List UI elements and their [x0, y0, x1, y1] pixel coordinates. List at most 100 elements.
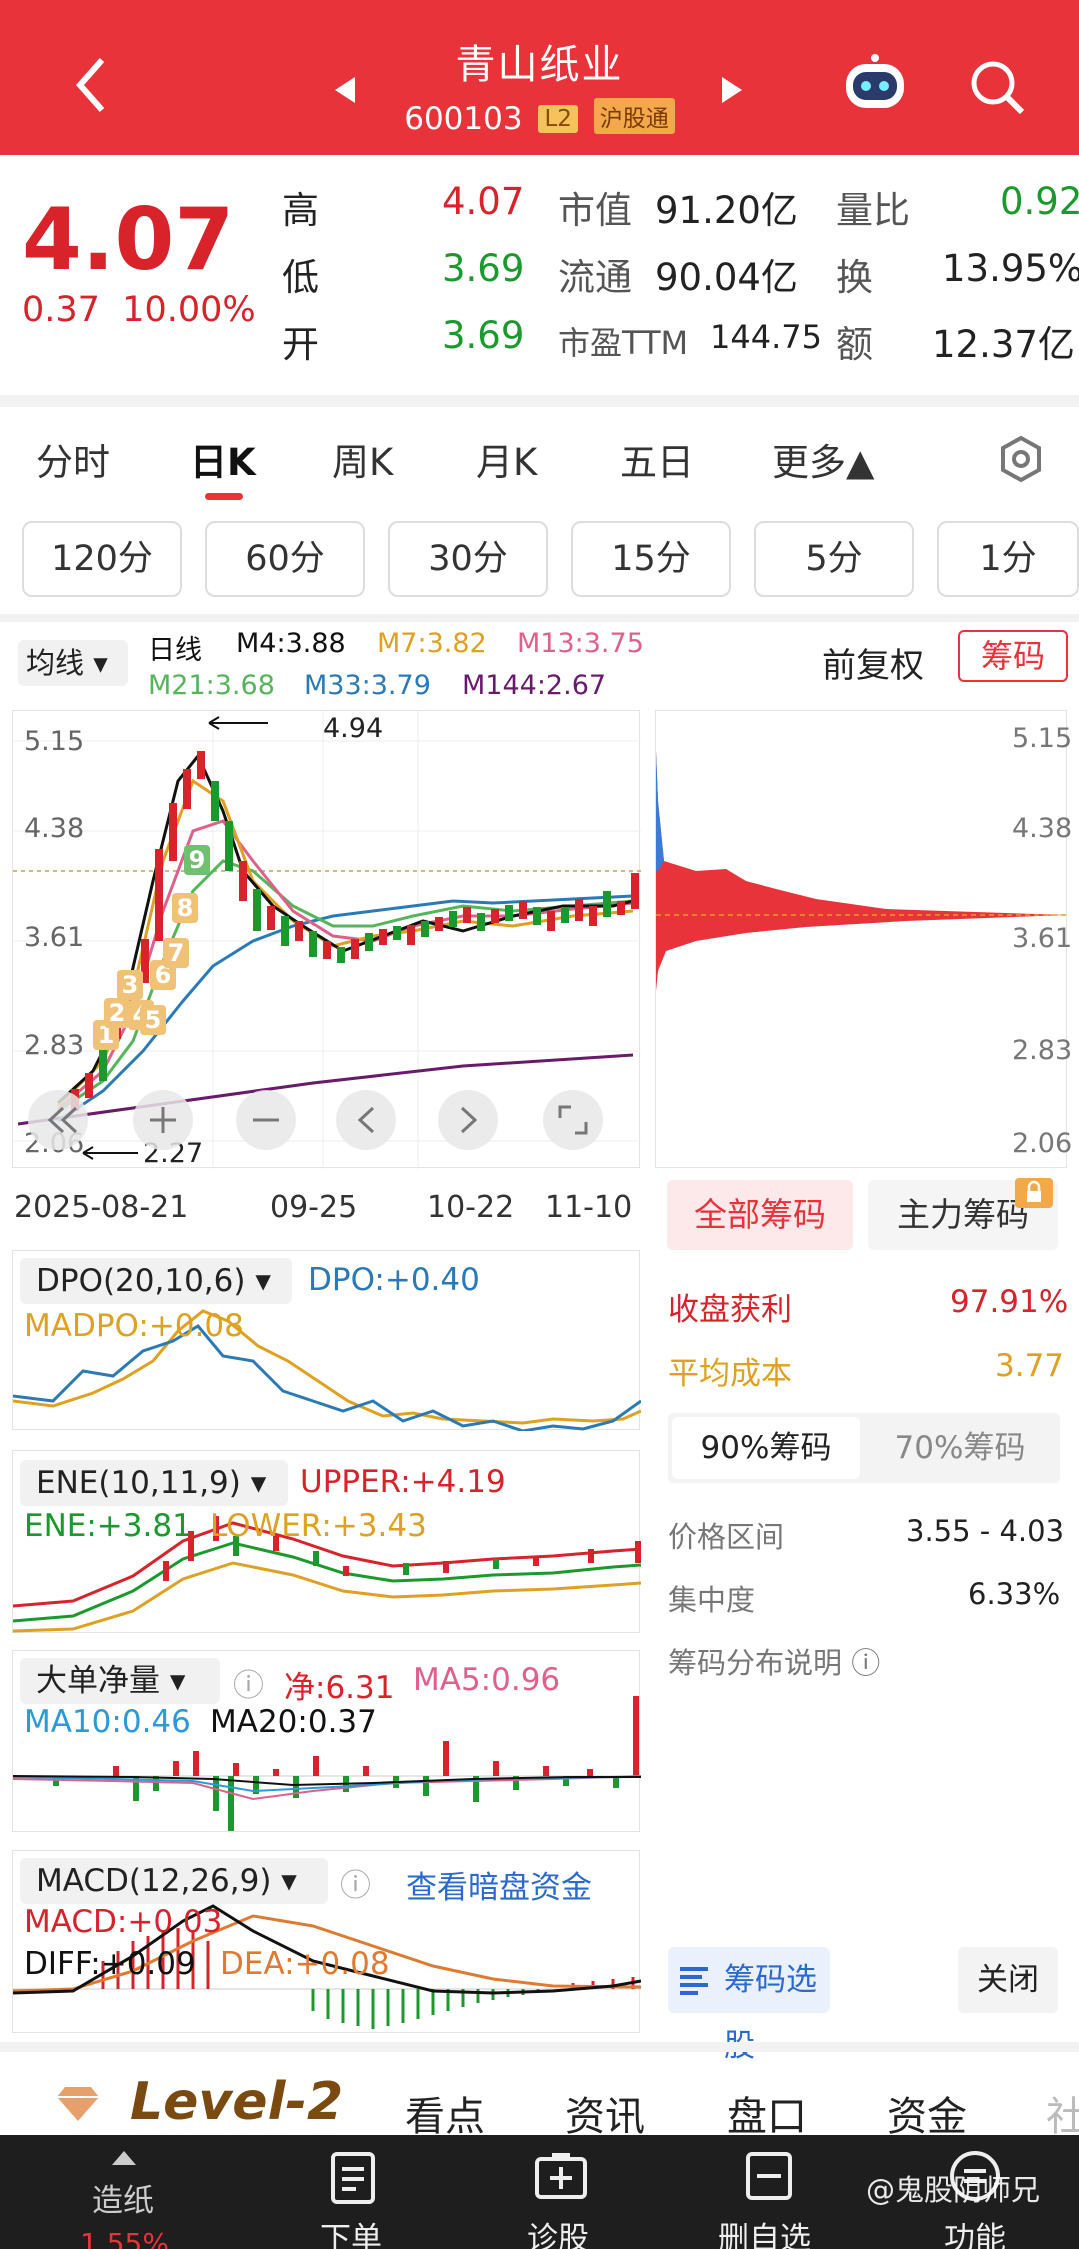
tab-monthly-k[interactable]: 月K [476, 432, 537, 486]
flow-ma20-value: MA20:0.37 [210, 1704, 377, 1740]
next-stock-icon[interactable] [720, 75, 744, 105]
scroll-left-button[interactable] [336, 1090, 398, 1152]
diagnose-icon [535, 2153, 587, 2199]
chart-controls [28, 1090, 603, 1150]
ma-m33: M33:3.79 [304, 670, 431, 701]
zoom-in-button[interactable] [133, 1090, 195, 1152]
chart-tabs: 分时 日K 周K 月K 五日 更多▲ [0, 410, 1079, 500]
subtab-funds[interactable]: 资金 [887, 2084, 967, 2142]
scroll-right-button[interactable] [438, 1090, 500, 1152]
dist-y-tick: 2.06 [1012, 1128, 1073, 1159]
concentration-value: 6.33% [968, 1577, 1061, 1611]
scroll-left-fast-button[interactable] [28, 1090, 90, 1152]
remove-watchlist-button[interactable]: 删自选 [718, 2213, 811, 2249]
search-icon[interactable] [968, 58, 1028, 118]
watermark: @鬼股阴师兄 [866, 2173, 1041, 2207]
subtab-news[interactable]: 资讯 [565, 2084, 645, 2142]
level2-brand[interactable]: Level-2 [130, 2072, 343, 2132]
help-icon[interactable]: ⓘ [233, 1660, 264, 1705]
flow-indicator-selector[interactable]: 大单净量 ▾ [20, 1658, 220, 1704]
y-tick: 3.61 [24, 922, 85, 953]
hk-connect-badge: 沪股通 [593, 98, 675, 134]
tab-five-day[interactable]: 五日 [620, 432, 694, 486]
period-1m-button[interactable]: 1分 [937, 521, 1079, 597]
industry-change: 1.55% [80, 2227, 169, 2249]
diamond-icon [57, 2087, 99, 2121]
marker: 3 [117, 970, 143, 1000]
mcap-value: 91.20亿 [655, 189, 798, 232]
dark-pool-link[interactable]: 查看暗盘资金 [406, 1862, 592, 1907]
divider [0, 614, 1079, 622]
select-90-percent[interactable]: 90%筹码 [672, 1417, 860, 1479]
ene-upper-value: UPPER:+4.19 [300, 1464, 506, 1500]
zoom-out-button[interactable] [236, 1090, 298, 1152]
active-tab-underline [205, 493, 243, 500]
dist-y-tick: 2.83 [1012, 1035, 1073, 1066]
macd-indicator-selector[interactable]: MACD(12,26,9) ▾ [20, 1858, 328, 1904]
close-chip-panel-button[interactable]: 关闭 [958, 1947, 1058, 2013]
tab-daily-k[interactable]: 日K [190, 432, 256, 486]
fullscreen-button[interactable] [543, 1090, 605, 1152]
stock-code: 600103 [404, 101, 523, 137]
tab-weekly-k[interactable]: 周K [332, 432, 393, 486]
select-70-percent[interactable]: 70%筹码 [866, 1417, 1054, 1479]
marker: 8 [172, 893, 198, 923]
ene-indicator-selector[interactable]: ENE(10,11,9) ▾ [20, 1460, 288, 1506]
low-value: 3.69 [442, 247, 525, 290]
price-range-label: 价格区间 [668, 1520, 785, 1554]
pe-value: 144.75 [710, 318, 822, 356]
stock-name: 青山纸业 [455, 42, 624, 88]
function-menu-button[interactable]: 功能 [944, 2213, 1006, 2249]
tab-intraday[interactable]: 分时 [36, 432, 110, 486]
amount-value: 12.37亿 [932, 323, 1075, 366]
float-value: 90.04亿 [655, 256, 798, 299]
volume-ratio-value: 0.92 [1000, 180, 1079, 223]
marker: 7 [163, 938, 189, 968]
settings-icon[interactable] [996, 434, 1046, 484]
period-30m-button[interactable]: 30分 [388, 521, 548, 597]
avg-cost-label: 平均成本 [668, 1356, 792, 1392]
ma-selector[interactable]: 均线 ▾ [18, 640, 128, 686]
flow-ma5-value: MA5:0.96 [413, 1662, 561, 1698]
chip-distribution-chart [656, 751, 1068, 991]
high-label: 高 [282, 189, 319, 232]
tab-more[interactable]: 更多▲ [772, 432, 874, 486]
ene-lower-value: LOWER:+3.43 [210, 1508, 427, 1544]
period-5m-button[interactable]: 5分 [754, 521, 914, 597]
subtab-highlights[interactable]: 看点 [405, 2084, 485, 2142]
chip-explain-link[interactable]: 筹码分布说明 ⓘ [668, 1640, 880, 1682]
dpo-indicator-selector[interactable]: DPO(20,10,6) ▾ [20, 1258, 292, 1304]
date-label: 09-25 [270, 1190, 358, 1225]
lock-icon [1015, 1178, 1053, 1208]
high-label: 4.94 [323, 713, 384, 744]
ma-m4: M4:3.88 [236, 628, 346, 659]
open-value: 3.69 [442, 314, 525, 357]
ma-m21: M21:3.68 [148, 670, 275, 701]
subtab-community[interactable]: 社 [1046, 2084, 1079, 2142]
date-label: 11-10 [545, 1190, 633, 1225]
diagnose-button[interactable]: 诊股 [527, 2213, 589, 2249]
high-arrow [208, 716, 268, 730]
y-tick: 5.15 [24, 726, 85, 757]
open-label: 开 [282, 323, 319, 366]
order-button[interactable]: 下单 [320, 2213, 382, 2249]
ma21-line [57, 859, 634, 1113]
date-label: 10-22 [427, 1190, 515, 1225]
flow-net-value: 净:6.31 [284, 1670, 395, 1706]
chips-toggle-button[interactable]: 筹码 [958, 630, 1068, 682]
bottom-toolbar: 造纸 1.55% 下单 诊股 删自选 功能 @鬼股阴师兄 [0, 2135, 1079, 2249]
period-120m-button[interactable]: 120分 [22, 521, 182, 597]
kline-kind: 日线 [148, 635, 202, 666]
robot-assistant-icon[interactable] [840, 52, 910, 116]
help-icon[interactable]: ⓘ [340, 1860, 371, 1905]
remove-watchlist-icon [746, 2152, 792, 2200]
subtab-orderbook[interactable]: 盘口 [727, 2084, 807, 2142]
adjust-mode[interactable]: 前复权 [822, 638, 924, 687]
period-15m-button[interactable]: 15分 [571, 521, 731, 597]
avg-cost-value: 3.77 [995, 1348, 1065, 1384]
marker: 5 [140, 1005, 166, 1035]
dist-y-tick: 4.38 [1012, 813, 1073, 844]
period-60m-button[interactable]: 60分 [205, 521, 365, 597]
tab-all-chips[interactable]: 全部筹码 [667, 1180, 853, 1250]
industry-label[interactable]: 造纸 [92, 2175, 154, 2220]
